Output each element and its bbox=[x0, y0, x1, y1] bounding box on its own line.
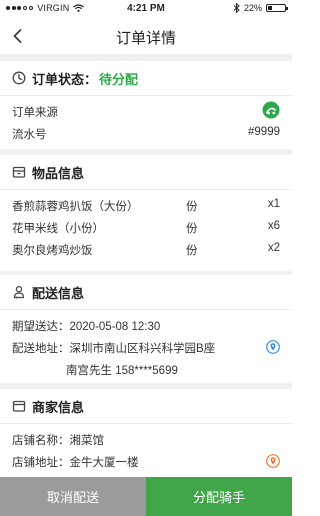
item-quantity: x1 bbox=[267, 198, 280, 210]
store-info-title: 商家信息 bbox=[32, 399, 85, 415]
store-name-value: 湘菜馆 bbox=[69, 435, 105, 447]
recipient-row: 南宫先生 158****5699 bbox=[0, 358, 292, 380]
page-title: 订单详情 bbox=[115, 30, 176, 47]
store-name-row: 店铺名称：湘菜馆 bbox=[0, 428, 292, 450]
item-name: 奥尔良烤鸡炒饭 bbox=[12, 245, 93, 257]
delivery-info-title: 配送信息 bbox=[32, 285, 85, 301]
item-name: 香煎蒜蓉鸡扒饭（大份） bbox=[12, 201, 139, 213]
order-status-header: 订单状态： 待分配 bbox=[0, 61, 292, 96]
delivery-address-label: 配送地址：深圳市南山区科兴科学园B座 bbox=[12, 340, 215, 356]
store-icon bbox=[12, 400, 26, 412]
store-address-row: 店铺地址：金牛大厦一楼 bbox=[0, 450, 292, 472]
location-pin-icon[interactable] bbox=[266, 340, 280, 354]
expected-time-label: 期望送达：2020-05-08 12:30 bbox=[12, 318, 160, 334]
battery-percent: 22% bbox=[243, 3, 262, 13]
assign-rider-button[interactable]: 分配骑手 bbox=[146, 477, 292, 516]
delivery-info-header: 配送信息 bbox=[0, 275, 292, 310]
status-bar: VIRGIN 4:21 PM 22% bbox=[0, 0, 292, 18]
store-address-value: 金牛大厦一楼 bbox=[69, 457, 139, 469]
bottom-action-bar: 取消配送 分配骑手 bbox=[0, 477, 292, 516]
store-location-pin-icon[interactable] bbox=[266, 454, 280, 468]
store-address-label-text: 店铺地址： bbox=[12, 457, 70, 469]
list-item: 花甲米线（小份） 份 x6 bbox=[0, 216, 292, 238]
store-name-label-text: 店铺名称： bbox=[12, 435, 70, 447]
order-status-label: 订单状态： bbox=[32, 71, 98, 87]
item-info-title: 物品信息 bbox=[32, 165, 85, 181]
clock-icon bbox=[12, 71, 26, 85]
serial-number-value: #9999 bbox=[248, 126, 280, 138]
delivery-address-label-text: 配送地址： bbox=[12, 343, 70, 355]
order-detail-screen: VIRGIN 4:21 PM 22% 订单详情 订单状态： 待分配 订单来源 流… bbox=[0, 0, 292, 516]
store-address-label: 店铺地址：金牛大厦一楼 bbox=[12, 454, 139, 470]
serial-number-label: 流水号 bbox=[12, 129, 47, 141]
delivery-address-value: 深圳市南山区科兴科学园B座 bbox=[69, 343, 216, 355]
item-unit: 份 bbox=[186, 245, 198, 257]
list-item: 香煎蒜蓉鸡扒饭（大份） 份 x1 bbox=[0, 194, 292, 216]
nav-bar: 订单详情 bbox=[0, 18, 292, 54]
bluetooth-icon bbox=[233, 3, 240, 13]
store-info-card: 商家信息 店铺名称：湘菜馆 店铺地址：金牛大厦一楼 bbox=[0, 389, 292, 477]
item-info-header: 物品信息 bbox=[0, 155, 292, 190]
expected-time-label-text: 期望送达： bbox=[12, 321, 70, 333]
battery-icon bbox=[266, 4, 288, 12]
battery-level bbox=[268, 6, 272, 10]
store-name-label: 店铺名称：湘菜馆 bbox=[12, 432, 104, 448]
order-source-label: 订单来源 bbox=[12, 107, 58, 119]
order-source-row: 订单来源 bbox=[0, 100, 292, 122]
order-status-card: 订单状态： 待分配 订单来源 流水号 #9999 bbox=[0, 61, 292, 149]
order-status-value: 待分配 bbox=[99, 71, 139, 87]
list-item: 奥尔良烤鸡炒饭 份 x2 bbox=[0, 238, 292, 260]
delivery-info-card: 配送信息 期望送达：2020-05-08 12:30 配送地址：深圳市南山区科兴… bbox=[0, 275, 292, 383]
store-info-header: 商家信息 bbox=[0, 389, 292, 424]
serial-number-row: 流水号 #9999 bbox=[0, 122, 292, 144]
item-unit: 份 bbox=[186, 223, 198, 235]
order-source-platform-icon bbox=[262, 101, 280, 119]
courier-icon bbox=[13, 285, 25, 299]
item-info-card: 物品信息 香煎蒜蓉鸡扒饭（大份） 份 x1 花甲米线（小份） 份 x6 奥尔良烤… bbox=[0, 155, 292, 271]
expected-time-row: 期望送达：2020-05-08 12:30 bbox=[0, 314, 292, 336]
status-bar-right: 22% bbox=[233, 3, 288, 13]
item-quantity: x2 bbox=[267, 242, 280, 254]
item-name: 花甲米线（小份） bbox=[12, 223, 104, 235]
item-quantity: x6 bbox=[267, 220, 280, 232]
package-icon bbox=[12, 166, 26, 178]
cancel-delivery-button[interactable]: 取消配送 bbox=[0, 477, 146, 516]
item-unit: 份 bbox=[186, 201, 198, 213]
recipient-name-phone: 南宫先生 158****5699 bbox=[66, 365, 178, 377]
expected-time-value: 2020-05-08 12:30 bbox=[69, 321, 161, 333]
delivery-address-row: 配送地址：深圳市南山区科兴科学园B座 bbox=[0, 336, 292, 358]
